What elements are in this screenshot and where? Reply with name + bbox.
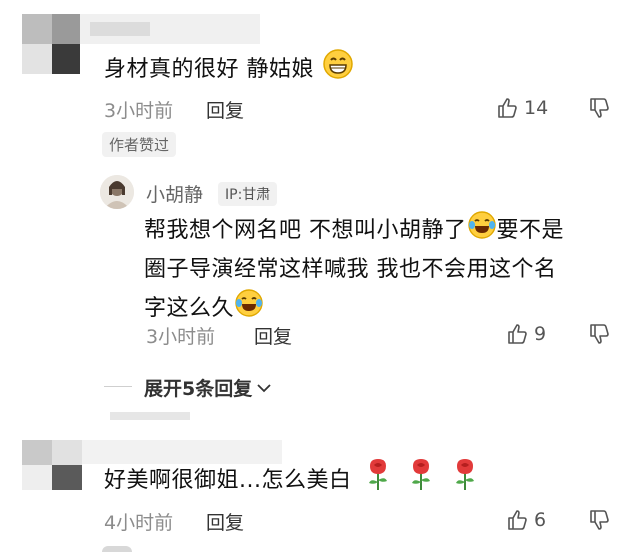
grinning-face-icon [322, 48, 354, 92]
comment-text: 身材真的很好 静姑娘 [104, 48, 354, 92]
comment-time: 4小时前 [104, 512, 174, 534]
chevron-down-icon [257, 383, 271, 392]
expand-replies-button[interactable]: 展开5条回复 [144, 374, 274, 401]
comment-text-line: 圈子导演经常这样喊我 我也不会用这个名 [144, 257, 557, 282]
reply-button[interactable]: 回复 [254, 322, 292, 349]
comment-text: 帮我想个网名吧 不想叫小胡静了 要不是 圈子导演经常这样喊我 我也不会用这个名 … [144, 210, 624, 330]
comment-time: 3小时前 [146, 326, 216, 348]
like-button[interactable]: 6 [506, 508, 546, 532]
like-count: 14 [524, 97, 549, 119]
rose-icon [452, 458, 478, 504]
blurred-username[interactable] [80, 14, 260, 44]
expand-replies-label: 展开5条回复 [144, 378, 253, 400]
like-count: 9 [534, 323, 547, 345]
comment-time: 3小时前 [104, 100, 174, 122]
expand-divider [104, 386, 132, 387]
like-count: 6 [534, 509, 547, 531]
rose-icon [365, 458, 391, 504]
next-comment-avatar [102, 546, 132, 552]
like-button[interactable]: 9 [506, 322, 546, 346]
thumbs-up-icon [498, 98, 517, 118]
tears-of-joy-icon [467, 210, 497, 252]
rose-icon [408, 458, 434, 504]
blurred-avatar[interactable] [22, 440, 82, 490]
author-liked-badge: 作者赞过 [102, 132, 177, 157]
reply-button[interactable]: 回复 [206, 508, 244, 535]
thumbs-up-icon [508, 510, 527, 530]
reply-button[interactable]: 回复 [206, 96, 244, 123]
thumbs-down-icon [590, 98, 609, 118]
thumbs-up-icon [508, 324, 527, 344]
comment-text: 好美啊很御姐...怎么美白 [104, 458, 478, 504]
thumbs-down-icon [590, 324, 609, 344]
blurred-avatar[interactable] [22, 14, 80, 74]
ip-location-badge: IP:甘肃 [218, 182, 278, 206]
dislike-button[interactable] [588, 322, 612, 350]
username[interactable]: 小胡静 [146, 180, 203, 207]
avatar[interactable] [100, 175, 134, 209]
dislike-button[interactable] [588, 508, 612, 536]
blurred-strip [110, 412, 190, 420]
thumbs-down-icon [590, 510, 609, 530]
dislike-button[interactable] [588, 96, 612, 124]
like-button[interactable]: 14 [496, 96, 548, 120]
